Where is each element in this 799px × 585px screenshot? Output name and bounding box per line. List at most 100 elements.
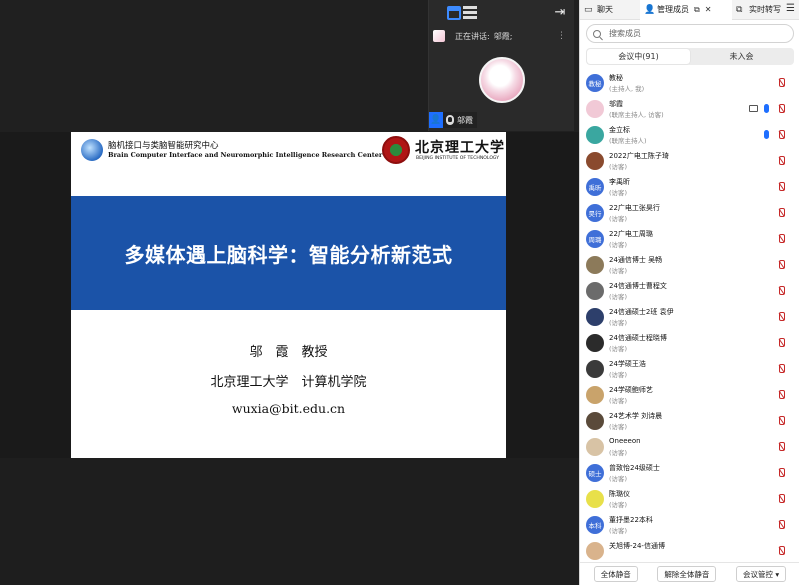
member-role: (访客) <box>609 371 628 379</box>
member-row[interactable]: 24艺术学 刘诗晨 (访客) <box>580 408 799 434</box>
member-avatar: 周璐 <box>586 230 604 248</box>
mic-muted-icon[interactable] <box>778 234 785 243</box>
member-row[interactable]: 24信通硕士程晓博 (访客) <box>580 330 799 356</box>
member-row[interactable]: 金立标 (联席主持人) <box>580 122 799 148</box>
speaker-avatar[interactable] <box>479 57 525 103</box>
member-row[interactable]: Oneeeon (访客) <box>580 434 799 460</box>
member-role: (访客) <box>609 267 628 275</box>
member-row[interactable]: 2022广电工陈子琦 (访客) <box>580 148 799 174</box>
exit-fullscreen-icon[interactable]: ⇥ <box>553 6 567 20</box>
lab-name-cn: 脑机接口与类脑智能研究中心 <box>108 141 219 151</box>
member-name: 24信通博士曹程文 <box>609 282 667 290</box>
member-row[interactable]: 24信通硕士2班 袁伊 (访客) <box>580 304 799 330</box>
member-avatar <box>586 100 604 118</box>
speaking-label: 正在讲话: <box>455 31 490 41</box>
member-avatar <box>586 282 604 300</box>
member-row[interactable]: 周璐 22广电工周璐 (访客) <box>580 226 799 252</box>
mute-all-button[interactable]: 全体静音 <box>593 566 638 582</box>
slide-author: 邬 霞 教授 <box>249 345 328 360</box>
tab-realtime-transcription[interactable]: ⧉ 实时转写 <box>732 0 792 20</box>
microphone-icon <box>446 115 454 125</box>
panel-footer: 全体静音 解除全体静音 会议管控 ▾ <box>580 562 799 585</box>
transcription-icon: ⧉ <box>736 4 743 15</box>
mic-muted-icon[interactable] <box>778 156 785 165</box>
member-row[interactable]: 24学硕王浩 (访客) <box>580 356 799 382</box>
member-row[interactable]: 关旭博-24-信通博 <box>580 538 799 561</box>
member-role: (访客) <box>609 345 628 353</box>
tab-chat[interactable]: ▭ 聊天 <box>580 0 640 20</box>
member-avatar <box>586 126 604 144</box>
member-row[interactable]: 24信通博士曹程文 (访客) <box>580 278 799 304</box>
member-name: 24学硕鲍师艺 <box>609 386 653 394</box>
search-input[interactable] <box>609 29 779 38</box>
member-row[interactable]: 硕士 曾致怡24级硕士 (访客) <box>580 460 799 486</box>
mic-muted-icon[interactable] <box>778 390 785 399</box>
search-icon <box>593 29 601 38</box>
mic-muted-icon[interactable] <box>778 104 785 113</box>
mic-muted-icon[interactable] <box>778 364 785 373</box>
tab-not-joined[interactable]: 未入会 <box>690 49 793 64</box>
popout-icon[interactable]: ⧉ <box>694 5 700 15</box>
member-name: 董抒墨22本科 <box>609 516 653 524</box>
mic-muted-icon[interactable] <box>778 338 785 347</box>
member-avatar <box>586 308 604 326</box>
mic-muted-icon[interactable] <box>778 520 785 529</box>
close-icon[interactable]: ✕ <box>705 5 712 14</box>
mic-muted-icon[interactable] <box>778 130 785 139</box>
speaker-layout-button[interactable] <box>447 6 461 20</box>
mic-muted-icon[interactable] <box>778 260 785 269</box>
member-role: (访客) <box>609 397 628 405</box>
gallery-layout-button[interactable] <box>463 6 477 20</box>
speaker-mini-avatar <box>433 30 445 42</box>
mic-muted-icon[interactable] <box>778 208 785 217</box>
member-avatar <box>586 152 604 170</box>
member-row[interactable]: 陈璐仪 (访客) <box>580 486 799 512</box>
mic-muted-icon[interactable] <box>778 286 785 295</box>
tab-members[interactable]: 👤 管理成员 ⧉ ✕ <box>640 0 732 20</box>
meeting-stage: ⇥ 正在讲话: 邬霞; ⋮ 👤 邬霞 脑机接口与类脑智能研究中心 Brain C… <box>0 0 579 585</box>
screen-share-icon <box>749 105 758 112</box>
member-name: 22广电工周璐 <box>609 230 653 238</box>
university-name-en: BEIJING INSTITUTE OF TECHNOLOGY <box>416 156 500 161</box>
member-avatar <box>586 490 604 508</box>
member-name: 24信通硕士2班 袁伊 <box>609 308 674 316</box>
member-row[interactable]: 24通信博士 吴畅 (访客) <box>580 252 799 278</box>
member-avatar: 禹昕 <box>586 178 604 196</box>
member-row[interactable]: 昊行 22广电工张昊行 (访客) <box>580 200 799 226</box>
slide-title: 多媒体遇上脑科学：智能分析新范式 <box>124 242 453 267</box>
member-avatar <box>586 412 604 430</box>
member-row[interactable]: 邬霞 (联席主持人, 访客) <box>580 96 799 122</box>
member-role: (访客) <box>609 215 628 223</box>
chat-icon: ▭ <box>584 4 593 15</box>
mic-muted-icon[interactable] <box>778 416 785 425</box>
menu-icon[interactable]: ☰ <box>786 4 796 14</box>
mic-muted-icon[interactable] <box>778 78 785 87</box>
tab-members-label: 管理成员 <box>657 5 689 14</box>
member-row[interactable]: 24学硕鲍师艺 (访客) <box>580 382 799 408</box>
member-avatar <box>586 256 604 274</box>
meeting-control-button[interactable]: 会议管控 ▾ <box>736 566 787 582</box>
member-name: 金立标 <box>609 126 630 134</box>
member-row[interactable]: 禹昕 李禹昕 (访客) <box>580 174 799 200</box>
mic-muted-icon[interactable] <box>778 494 785 503</box>
mic-on-icon[interactable] <box>764 104 769 113</box>
member-list: 教秘 教秘 (主持人, 我) 邬霞 (联席主持人, 访客) 金立标 (联席主持人) 2022广… <box>580 70 799 561</box>
member-row[interactable]: 教秘 教秘 (主持人, 我) <box>580 70 799 96</box>
mic-muted-icon[interactable] <box>778 468 785 477</box>
mic-muted-icon[interactable] <box>778 182 785 191</box>
member-search[interactable] <box>586 24 794 43</box>
member-row[interactable]: 本科 董抒墨22本科 (访客) <box>580 512 799 538</box>
tab-in-meeting[interactable]: 会议中(91) <box>587 49 690 64</box>
mic-muted-icon[interactable] <box>778 312 785 321</box>
lab-name-en: Brain Computer Interface and Neuromorphi… <box>108 151 383 159</box>
member-role: (访客) <box>609 501 628 509</box>
unmute-all-button[interactable]: 解除全体静音 <box>657 566 717 582</box>
slide-header: 脑机接口与类脑智能研究中心 Brain Computer Interface a… <box>71 132 506 172</box>
member-name: 22广电工张昊行 <box>609 204 660 212</box>
mic-on-icon[interactable] <box>764 130 769 139</box>
mic-muted-icon[interactable] <box>778 546 785 555</box>
speaker-video-panel: ⇥ 正在讲话: 邬霞; ⋮ 👤 邬霞 <box>428 0 574 131</box>
slide-email: wuxia@bit.edu.cn <box>231 401 346 416</box>
member-name: 关旭博-24-信通博 <box>609 542 665 550</box>
mic-muted-icon[interactable] <box>778 442 785 451</box>
